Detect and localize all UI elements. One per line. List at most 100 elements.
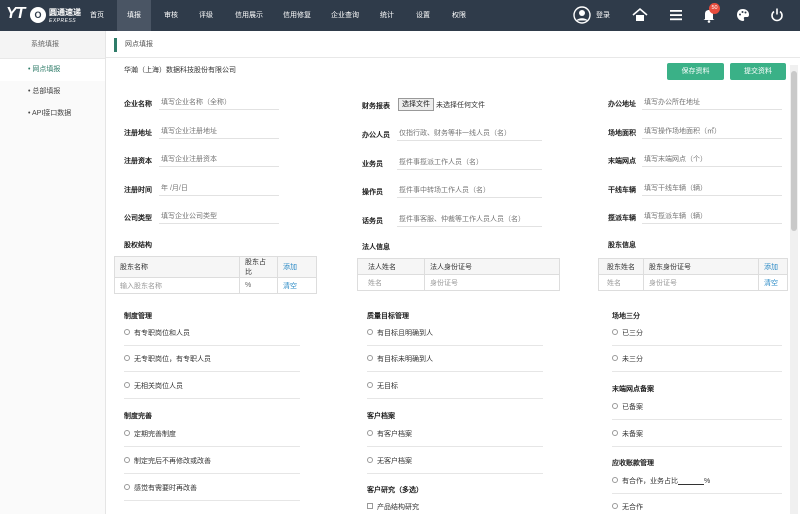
receivable-option[interactable]: 无合作	[612, 502, 643, 512]
site-area-input[interactable]	[642, 124, 782, 139]
nav-company-search[interactable]: 企业查询	[325, 0, 365, 31]
sh-id-cell[interactable]: 身份证号	[643, 274, 759, 291]
nav-credit-display[interactable]: 信用展示	[229, 0, 269, 31]
operator-input[interactable]	[397, 183, 542, 198]
radio-icon[interactable]	[367, 382, 373, 389]
option-label: 无客户档案	[377, 458, 412, 465]
radio-icon[interactable]	[124, 382, 130, 389]
sidebar-item-outlet-report[interactable]: • 网点填报	[0, 59, 105, 81]
shareholder-name-cell[interactable]: 输入股东名称	[114, 277, 240, 294]
shareholder-add-link[interactable]: 添加	[758, 258, 788, 275]
power-icon[interactable]	[768, 6, 786, 24]
ratio-input[interactable]	[678, 478, 704, 485]
home-icon[interactable]	[631, 6, 649, 24]
system-improve-option[interactable]: 定期完善制度	[124, 429, 176, 439]
system-improve-option[interactable]: 感觉有需要时再改善	[124, 483, 197, 493]
legal-id-cell[interactable]: 身份证号	[424, 274, 560, 291]
trunk-vehicle-label: 干线车辆	[608, 187, 636, 194]
reg-capital-label: 注册资本	[124, 158, 152, 165]
divider	[124, 446, 300, 447]
radio-icon[interactable]	[612, 430, 618, 437]
telephone-operator-input[interactable]	[397, 212, 542, 227]
trunk-vehicle-input[interactable]	[642, 181, 782, 196]
nav-settings[interactable]: 设置	[410, 0, 436, 31]
nav-statistics[interactable]: 统计	[374, 0, 400, 31]
quality-option[interactable]: 有目标未明确到人	[367, 354, 433, 364]
radio-icon[interactable]	[612, 477, 618, 484]
system-improve-option[interactable]: 制定完后不再修改或改善	[124, 456, 211, 466]
scrollbar[interactable]	[790, 65, 798, 514]
divider	[612, 446, 782, 447]
company-type-label: 公司类型	[124, 215, 152, 222]
terminal-record-option[interactable]: 未备案	[612, 429, 643, 439]
radio-icon[interactable]	[612, 329, 618, 336]
sidebar-item-hq-report[interactable]: • 总部填报	[0, 81, 105, 103]
nav-home[interactable]: 首页	[85, 0, 109, 31]
nav-fill-report[interactable]: 填报	[117, 0, 151, 31]
radio-icon[interactable]	[367, 355, 373, 362]
system-mgmt-option[interactable]: 无相关岗位人员	[124, 381, 183, 391]
nav-rating[interactable]: 评级	[193, 0, 219, 31]
customer-archive-option[interactable]: 有客户档案	[367, 429, 412, 439]
logo-en-name: EXPRESS	[49, 18, 77, 24]
quality-option[interactable]: 无目标	[367, 381, 398, 391]
radio-icon[interactable]	[367, 430, 373, 437]
radio-icon[interactable]	[124, 457, 130, 464]
checkbox-icon[interactable]	[367, 503, 373, 510]
terminal-outlet-input[interactable]	[642, 152, 782, 167]
menu-icon[interactable]	[667, 6, 685, 24]
sh-name-cell[interactable]: 姓名	[598, 274, 644, 291]
radio-icon[interactable]	[124, 355, 130, 362]
reg-capital-input[interactable]	[159, 152, 279, 167]
radio-icon[interactable]	[612, 403, 618, 410]
nav-credit-repair[interactable]: 信用修复	[277, 0, 317, 31]
company-name-input[interactable]	[159, 95, 279, 110]
submit-button[interactable]: 提交资料	[730, 63, 786, 80]
office-staff-input[interactable]	[397, 126, 542, 141]
delivery-vehicle-input[interactable]	[642, 209, 782, 224]
radio-icon[interactable]	[124, 329, 130, 336]
company-type-input[interactable]	[159, 209, 279, 224]
equity-clear-link[interactable]: 清空	[277, 277, 317, 294]
radio-icon[interactable]	[612, 503, 618, 510]
login-link[interactable]: 登录	[596, 0, 610, 31]
nav-permissions[interactable]: 权限	[446, 0, 472, 31]
share-ratio-cell[interactable]: %	[239, 277, 278, 294]
reg-date-input[interactable]	[159, 181, 279, 196]
nav-review[interactable]: 审核	[158, 0, 184, 31]
choose-file-button[interactable]: 选择文件	[398, 98, 434, 111]
palette-icon[interactable]	[734, 6, 752, 24]
reg-address-input[interactable]	[159, 124, 279, 139]
legal-name-cell[interactable]: 姓名	[357, 274, 425, 291]
radio-icon[interactable]	[124, 430, 130, 437]
radio-icon[interactable]	[124, 484, 130, 491]
company-name: 华瀚（上海）数据科技股份有限公司	[124, 67, 236, 74]
radio-icon[interactable]	[612, 355, 618, 362]
terminal-record-option[interactable]: 已备案	[612, 402, 643, 412]
office-address-input[interactable]	[642, 95, 782, 110]
option-label: 未备案	[622, 431, 643, 438]
customer-archive-option[interactable]: 无客户档案	[367, 456, 412, 466]
radio-icon[interactable]	[367, 329, 373, 336]
financial-report-label: 财务报表	[362, 103, 390, 110]
scrollbar-thumb[interactable]	[791, 71, 797, 231]
site-split-option[interactable]: 未三分	[612, 354, 643, 364]
shareholder-clear-link[interactable]: 清空	[758, 274, 788, 291]
radio-icon[interactable]	[367, 457, 373, 464]
system-mgmt-option[interactable]: 有专职岗位和人员	[124, 328, 190, 338]
divider	[367, 446, 543, 447]
salesperson-input[interactable]	[397, 155, 542, 170]
save-button[interactable]: 保存资料	[667, 63, 724, 80]
sidebar-item-api-data[interactable]: • API接口数据	[0, 103, 105, 125]
yto-logo[interactable]: YT O 圆通速递 EXPRESS	[6, 5, 82, 26]
col-share-ratio: 股东占比	[239, 256, 278, 278]
quality-option[interactable]: 有目标且明确到人	[367, 328, 433, 338]
site-split-option[interactable]: 已三分	[612, 328, 643, 338]
receivable-option[interactable]: 有合作，业务占比%	[612, 476, 710, 486]
customer-research-option[interactable]: 产品结构研究	[367, 502, 419, 512]
logo-text: YT	[6, 5, 25, 22]
equity-add-link[interactable]: 添加	[277, 256, 317, 278]
system-mgmt-option[interactable]: 无专职岗位，有专职人员	[124, 354, 211, 364]
user-avatar-icon[interactable]	[573, 6, 591, 24]
col-legal-id: 法人身份证号	[424, 258, 560, 275]
